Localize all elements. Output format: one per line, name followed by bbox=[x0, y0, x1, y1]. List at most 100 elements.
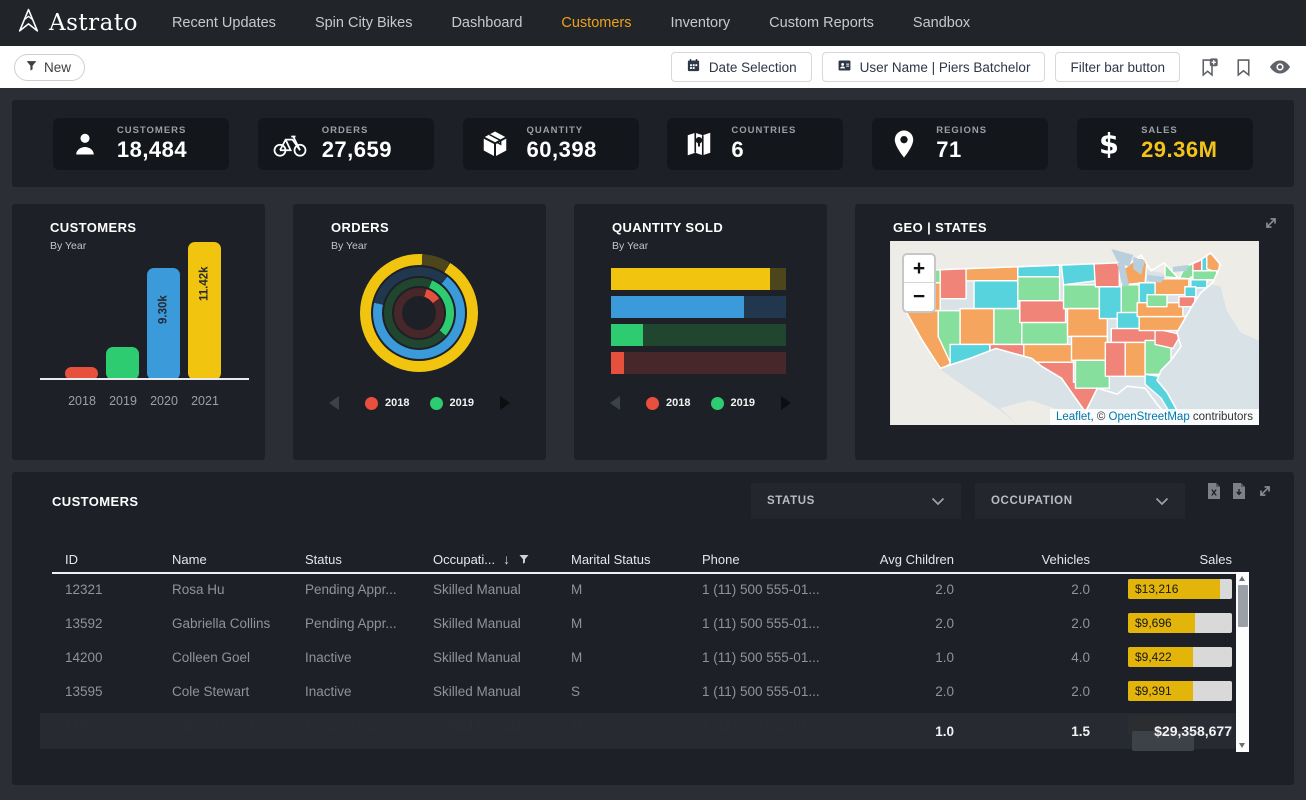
table-row[interactable]: 12321 Rosa Hu Pending Appr... Skilled Ma… bbox=[40, 572, 1236, 606]
chart-title: ORDERS bbox=[331, 220, 389, 235]
us-states-map[interactable]: + − Leaflet, © OpenStreetMap contributor… bbox=[890, 241, 1259, 425]
nav-item-inventory[interactable]: Inventory bbox=[671, 15, 731, 31]
chart-subtitle: By Year bbox=[331, 240, 367, 252]
legend-item-2018[interactable]: 2018 bbox=[365, 397, 409, 410]
nav-item-dashboard[interactable]: Dashboard bbox=[451, 15, 522, 31]
col-header-status[interactable]: Status bbox=[305, 552, 433, 567]
attribution-text: , © bbox=[1090, 411, 1108, 423]
legend-prev-arrow[interactable] bbox=[329, 396, 339, 410]
col-header-marital-status[interactable]: Marital Status bbox=[571, 552, 702, 567]
kpi-regions: REGIONS 71 bbox=[872, 118, 1048, 170]
bar-2019[interactable] bbox=[106, 347, 139, 380]
scroll-down-arrow[interactable] bbox=[1239, 743, 1245, 748]
legend-next-arrow[interactable] bbox=[500, 396, 510, 410]
legend-next-arrow[interactable] bbox=[781, 396, 791, 410]
cell-vehicles: 2.0 bbox=[954, 684, 1090, 699]
column-filter-icon[interactable] bbox=[518, 553, 530, 565]
date-selection-button[interactable]: Date Selection bbox=[671, 52, 812, 82]
cell-name: Colleen Goel bbox=[172, 650, 305, 665]
hbar-2021[interactable] bbox=[611, 268, 786, 290]
expand-icon[interactable] bbox=[1262, 214, 1280, 237]
table-row[interactable]: 13595 Cole Stewart Inactive Skilled Manu… bbox=[40, 674, 1236, 708]
astrato-logo-icon bbox=[16, 8, 41, 38]
cell-occupation: Skilled Manual bbox=[433, 582, 571, 597]
scroll-up-arrow[interactable] bbox=[1239, 576, 1245, 581]
scrollbar-thumb[interactable] bbox=[1238, 585, 1248, 627]
new-filter-button[interactable]: New bbox=[14, 54, 85, 81]
funnel-icon bbox=[25, 59, 38, 75]
cell-id: 14200 bbox=[40, 650, 172, 665]
bookmark-add-icon[interactable] bbox=[1198, 57, 1219, 78]
table-row[interactable]: 13592 Gabriella Collins Pending Appr... … bbox=[40, 606, 1236, 640]
legend-item-2019[interactable]: 2019 bbox=[430, 397, 474, 410]
legend-dot bbox=[711, 397, 724, 410]
occupation-filter-dropdown[interactable]: OCCUPATION bbox=[975, 483, 1185, 519]
bar-2021[interactable]: 11.42k bbox=[188, 242, 221, 380]
col-header-id[interactable]: ID bbox=[40, 552, 172, 567]
col-header-occupation[interactable]: Occupati... ↓ bbox=[433, 551, 571, 567]
nav-item-sandbox[interactable]: Sandbox bbox=[913, 15, 970, 31]
nav-item-customers[interactable]: Customers bbox=[561, 15, 631, 31]
person-icon bbox=[67, 129, 103, 159]
chart-title: QUANTITY SOLD bbox=[612, 220, 723, 235]
donut-ring-2020[interactable] bbox=[373, 267, 465, 359]
hbar-2018[interactable] bbox=[611, 352, 786, 374]
bicycle-icon bbox=[272, 129, 308, 159]
leaflet-link[interactable]: Leaflet bbox=[1056, 411, 1091, 423]
cell-marital: M bbox=[571, 582, 702, 597]
nav-item-recent-updates[interactable]: Recent Updates bbox=[172, 15, 276, 31]
hbar-2019[interactable] bbox=[611, 324, 786, 346]
expand-icon[interactable] bbox=[1256, 482, 1274, 500]
donut-ring-2021[interactable] bbox=[360, 254, 478, 372]
openstreetmap-link[interactable]: OpenStreetMap bbox=[1109, 411, 1190, 423]
calendar-icon bbox=[686, 58, 701, 76]
kpi-customers: CUSTOMERS 18,484 bbox=[53, 118, 229, 170]
export-excel-icon[interactable]: X bbox=[1206, 482, 1222, 500]
donut-ring-2019[interactable] bbox=[384, 278, 454, 348]
nav-item-custom-reports[interactable]: Custom Reports bbox=[769, 15, 874, 31]
col-header-sales[interactable]: Sales bbox=[1090, 552, 1236, 567]
dollar-icon: $ bbox=[1091, 127, 1127, 161]
col-header-name[interactable]: Name bbox=[172, 552, 305, 567]
sort-desc-icon[interactable]: ↓ bbox=[503, 551, 510, 567]
kpi-value: 71 bbox=[936, 137, 987, 163]
cell-marital: M bbox=[571, 650, 702, 665]
bar-2020[interactable]: 9.30k bbox=[147, 268, 180, 380]
legend-item-2018[interactable]: 2018 bbox=[646, 397, 690, 410]
nav-item-spin-city-bikes[interactable]: Spin City Bikes bbox=[315, 15, 413, 31]
legend-item-2019[interactable]: 2019 bbox=[711, 397, 755, 410]
cell-occupation: Skilled Manual bbox=[433, 684, 571, 699]
cell-name: Rosa Hu bbox=[172, 582, 305, 597]
col-header-phone[interactable]: Phone bbox=[702, 552, 862, 567]
main-nav: Recent Updates Spin City Bikes Dashboard… bbox=[172, 15, 970, 31]
table-scrollbar[interactable] bbox=[1236, 572, 1249, 752]
table-actions: X bbox=[1206, 482, 1274, 500]
charts-row: CUSTOMERS By Year 9.30k 11.42k 2018 2019… bbox=[12, 204, 1294, 460]
cell-sales: $9,696 bbox=[1090, 613, 1236, 633]
cell-vehicles: 4.0 bbox=[954, 650, 1090, 665]
user-name-button[interactable]: User Name | Piers Batchelor bbox=[822, 52, 1046, 82]
map-zoom-in-button[interactable]: + bbox=[904, 255, 934, 283]
table-row[interactable]: 14200 Colleen Goel Inactive Skilled Manu… bbox=[40, 640, 1236, 674]
bookmark-icon[interactable] bbox=[1233, 57, 1254, 78]
donut-ring-2018[interactable] bbox=[394, 288, 444, 338]
brand[interactable]: Astrato bbox=[16, 8, 138, 38]
dropdown-label: OCCUPATION bbox=[991, 495, 1073, 507]
map-zoom-out-button[interactable]: − bbox=[904, 283, 934, 311]
kpi-quantity: QUANTITY 60,398 bbox=[463, 118, 639, 170]
hbar-2020[interactable] bbox=[611, 296, 786, 318]
svg-text:$: $ bbox=[1099, 127, 1119, 161]
col-header-avg-children[interactable]: Avg Children bbox=[862, 552, 954, 567]
cell-phone: 1 (11) 500 555-01... bbox=[702, 684, 862, 699]
filter-bar-button[interactable]: Filter bar button bbox=[1055, 52, 1180, 82]
cell-name: Cole Stewart bbox=[172, 684, 305, 699]
export-document-icon[interactable] bbox=[1231, 482, 1247, 500]
kpi-value: 27,659 bbox=[322, 137, 392, 163]
legend-prev-arrow[interactable] bbox=[610, 396, 620, 410]
status-filter-dropdown[interactable]: STATUS bbox=[751, 483, 961, 519]
svg-text:X: X bbox=[1211, 489, 1218, 498]
map-attribution: Leaflet, © OpenStreetMap contributors bbox=[1050, 409, 1259, 425]
col-header-vehicles[interactable]: Vehicles bbox=[954, 552, 1090, 567]
kpi-label: QUANTITY bbox=[527, 125, 597, 136]
eye-icon[interactable] bbox=[1268, 55, 1292, 79]
